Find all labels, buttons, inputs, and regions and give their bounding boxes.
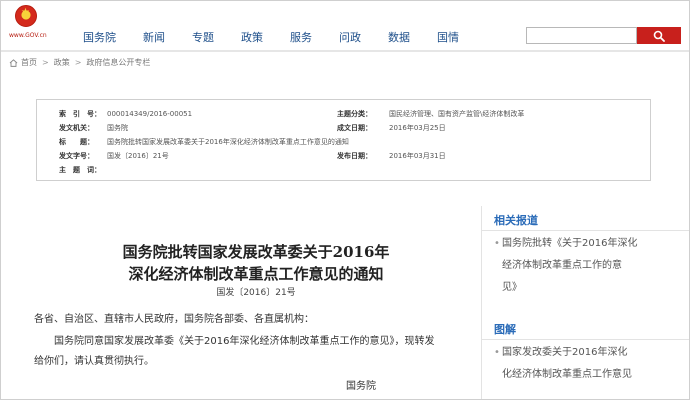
related-report-link[interactable]: • 国务院批转《关于2016年深化 经济体制改革重点工作的意 见》 <box>494 233 684 299</box>
home-icon <box>9 58 18 67</box>
infographic-link-line-2: 化经济体制改革重点工作意见 <box>502 369 632 380</box>
breadcrumb-policy[interactable]: 政策 <box>54 57 70 68</box>
index-value: 000014349/2016-00051 <box>107 110 193 118</box>
logo-url: www.GOV.cn <box>9 32 47 39</box>
article-title: 国务院批转国家发展改革委关于2016年 深化经济体制改革重点工作意见的通知 <box>71 241 441 285</box>
nav-item-news[interactable]: 新闻 <box>143 29 165 45</box>
national-emblem-icon <box>15 5 37 27</box>
bullet-icon: • <box>494 347 500 358</box>
nav-item-national-info[interactable]: 国情 <box>437 29 459 45</box>
header-divider <box>1 50 689 52</box>
index-label: 索 引 号： <box>59 110 101 118</box>
nav-item-services[interactable]: 服务 <box>290 29 312 45</box>
nav-item-state-council[interactable]: 国务院 <box>83 29 116 45</box>
sidebar-divider <box>482 230 689 231</box>
title-value: 国务院批转国家发展改革委关于2016年深化经济体制改革重点工作意见的通知 <box>107 138 349 146</box>
infographic-link[interactable]: • 国家发改委关于2016年深化 化经济体制改革重点工作意见 <box>494 342 684 386</box>
breadcrumb-home[interactable]: 首页 <box>21 57 37 68</box>
publish-date-label: 发布日期： <box>337 152 372 160</box>
search-input[interactable] <box>526 27 637 44</box>
article-salutation: 各省、自治区、直辖市人民政府，国务院各部委、各直属机构： <box>34 314 314 325</box>
search-button[interactable] <box>637 27 681 44</box>
article-title-line-1: 国务院批转国家发展改革委关于2016年 <box>122 243 390 261</box>
keyword-label: 主 题 词： <box>59 166 101 174</box>
browser-page: www.GOV.cn 国务院 新闻 专题 政策 服务 问政 数据 国情 <box>0 0 690 400</box>
category-value: 国民经济管理、国有资产监管\经济体制改革 <box>389 110 525 118</box>
breadcrumb: 首页 > 政策 > 政府信息公开专栏 <box>9 57 150 68</box>
article-body-line-1: 国务院同意国家发展改革委《关于2016年深化经济体制改革重点工作的意见》，现转发 <box>54 336 435 347</box>
article-title-line-2: 深化经济体制改革重点工作意见的通知 <box>128 265 384 283</box>
related-reports-title: 相关报道 <box>494 214 538 227</box>
issuer-value: 国务院 <box>107 124 128 132</box>
nav-item-topics[interactable]: 专题 <box>192 29 214 45</box>
search-icon <box>653 30 665 42</box>
related-link-line-3: 见》 <box>502 282 522 293</box>
related-link-line-1: 国务院批转《关于2016年深化 <box>502 238 638 249</box>
date-made-value: 2016年03月25日 <box>389 124 446 132</box>
breadcrumb-gov-info[interactable]: 政府信息公开专栏 <box>86 57 150 68</box>
right-sidebar: 相关报道 • 国务院批转《关于2016年深化 经济体制改革重点工作的意 见》 图解… <box>481 206 689 399</box>
date-made-label: 成文日期： <box>337 124 372 132</box>
bullet-icon: • <box>494 238 500 249</box>
article-body-line-2: 给你们，请认真贯彻执行。 <box>34 356 154 367</box>
docnum-label: 发文字号： <box>59 152 94 160</box>
breadcrumb-separator: > <box>74 58 82 67</box>
related-link-line-2: 经济体制改革重点工作的意 <box>502 260 622 271</box>
nav-item-policy[interactable]: 政策 <box>241 29 263 45</box>
article-doc-number: 国发〔2016〕21号 <box>216 288 296 298</box>
main-nav: 国务院 新闻 专题 政策 服务 问政 数据 国情 <box>83 29 486 45</box>
breadcrumb-separator: > <box>42 58 49 67</box>
publish-date-value: 2016年03月31日 <box>389 152 446 160</box>
nav-item-inquiry[interactable]: 问政 <box>339 29 361 45</box>
sidebar-divider <box>482 339 689 340</box>
issuer-label: 发文机关： <box>59 124 94 132</box>
title-label: 标 题： <box>59 138 94 146</box>
site-logo[interactable]: www.GOV.cn <box>9 5 47 47</box>
docnum-value: 国发〔2016〕21号 <box>107 152 169 160</box>
infographic-title: 图解 <box>494 323 516 336</box>
nav-item-data[interactable]: 数据 <box>388 29 410 45</box>
category-label: 主题分类： <box>337 110 372 118</box>
article-signature: 国务院 <box>346 381 376 392</box>
document-info-table: 索 引 号： 000014349/2016-00051 主题分类： 国民经济管理… <box>36 99 651 181</box>
search-bar <box>526 27 681 44</box>
infographic-link-line-1: 国家发改委关于2016年深化 <box>502 347 628 358</box>
site-header: www.GOV.cn 国务院 新闻 专题 政策 服务 问政 数据 国情 <box>1 1 689 51</box>
